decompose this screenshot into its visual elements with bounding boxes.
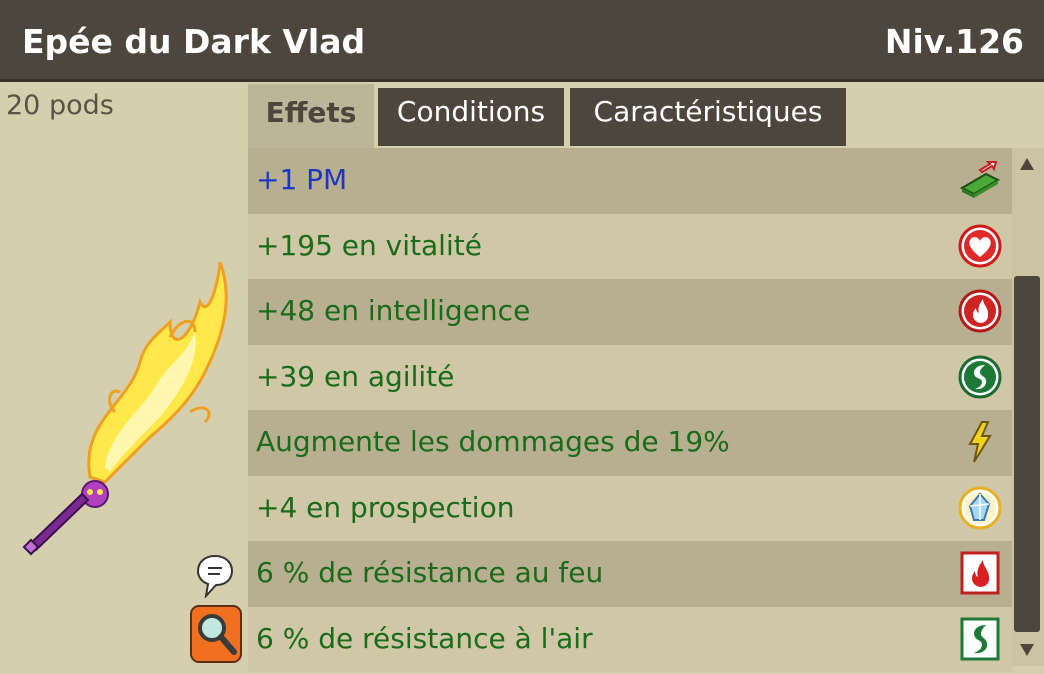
scroll-down-icon[interactable]: [1020, 644, 1034, 656]
item-weight: 20 pods: [6, 90, 114, 121]
list-item: 6 % de résistance au feu: [248, 541, 1012, 607]
list-item: Augmente les dommages de 19%: [248, 410, 1012, 476]
list-item: +39 en agilité: [248, 344, 1012, 410]
air-icon: [958, 355, 1002, 398]
speech-bubble-icon[interactable]: [196, 554, 234, 598]
heart-icon: [958, 224, 1002, 267]
effects-scrollbar[interactable]: [1012, 148, 1044, 666]
tab-conditions[interactable]: Conditions: [378, 88, 564, 146]
list-item: +48 en intelligence: [248, 279, 1012, 345]
tab-effets[interactable]: Effets: [248, 84, 374, 148]
effect-text: +39 en agilité: [256, 359, 455, 393]
fire-icon: [958, 289, 1002, 333]
magnifier-icon[interactable]: [190, 604, 242, 664]
tab-caracteristiques[interactable]: Caractéristiques: [570, 88, 846, 146]
list-item: +1 PM: [248, 148, 1012, 214]
effects-list: +1 PM +195 en vitalité +48 en intelligen…: [248, 148, 1012, 674]
movement-points-icon: [959, 161, 1001, 198]
effect-text: +1 PM: [256, 163, 348, 196]
scroll-up-icon[interactable]: [1020, 158, 1034, 170]
effect-text: +4 en prospection: [256, 490, 515, 524]
effect-text: 6 % de résistance à l'air: [256, 621, 593, 655]
flaming-sword-icon: [22, 262, 228, 556]
title-bar: Epée du Dark Vlad Niv.126: [0, 0, 1044, 82]
item-level: Niv.126: [884, 22, 1024, 61]
effect-text: 6 % de résistance au feu: [256, 556, 604, 589]
list-item: 6 % de résistance à l'air: [248, 606, 1012, 672]
air-resistance-icon: [960, 617, 1000, 660]
item-image-panel: 20 pods: [0, 82, 248, 674]
effect-text: Augmente les dommages de 19%: [256, 425, 730, 458]
effect-text: +195 en vitalité: [256, 228, 482, 262]
crystal-icon: [958, 486, 1002, 529]
fire-resistance-icon: [960, 551, 1000, 595]
list-item: +195 en vitalité: [248, 213, 1012, 279]
list-item: +4 en prospection: [248, 475, 1012, 541]
scroll-thumb[interactable]: [1014, 276, 1040, 632]
effect-text: +48 en intelligence: [256, 294, 531, 327]
item-name: Epée du Dark Vlad: [22, 22, 366, 61]
lightning-icon: [968, 421, 992, 463]
